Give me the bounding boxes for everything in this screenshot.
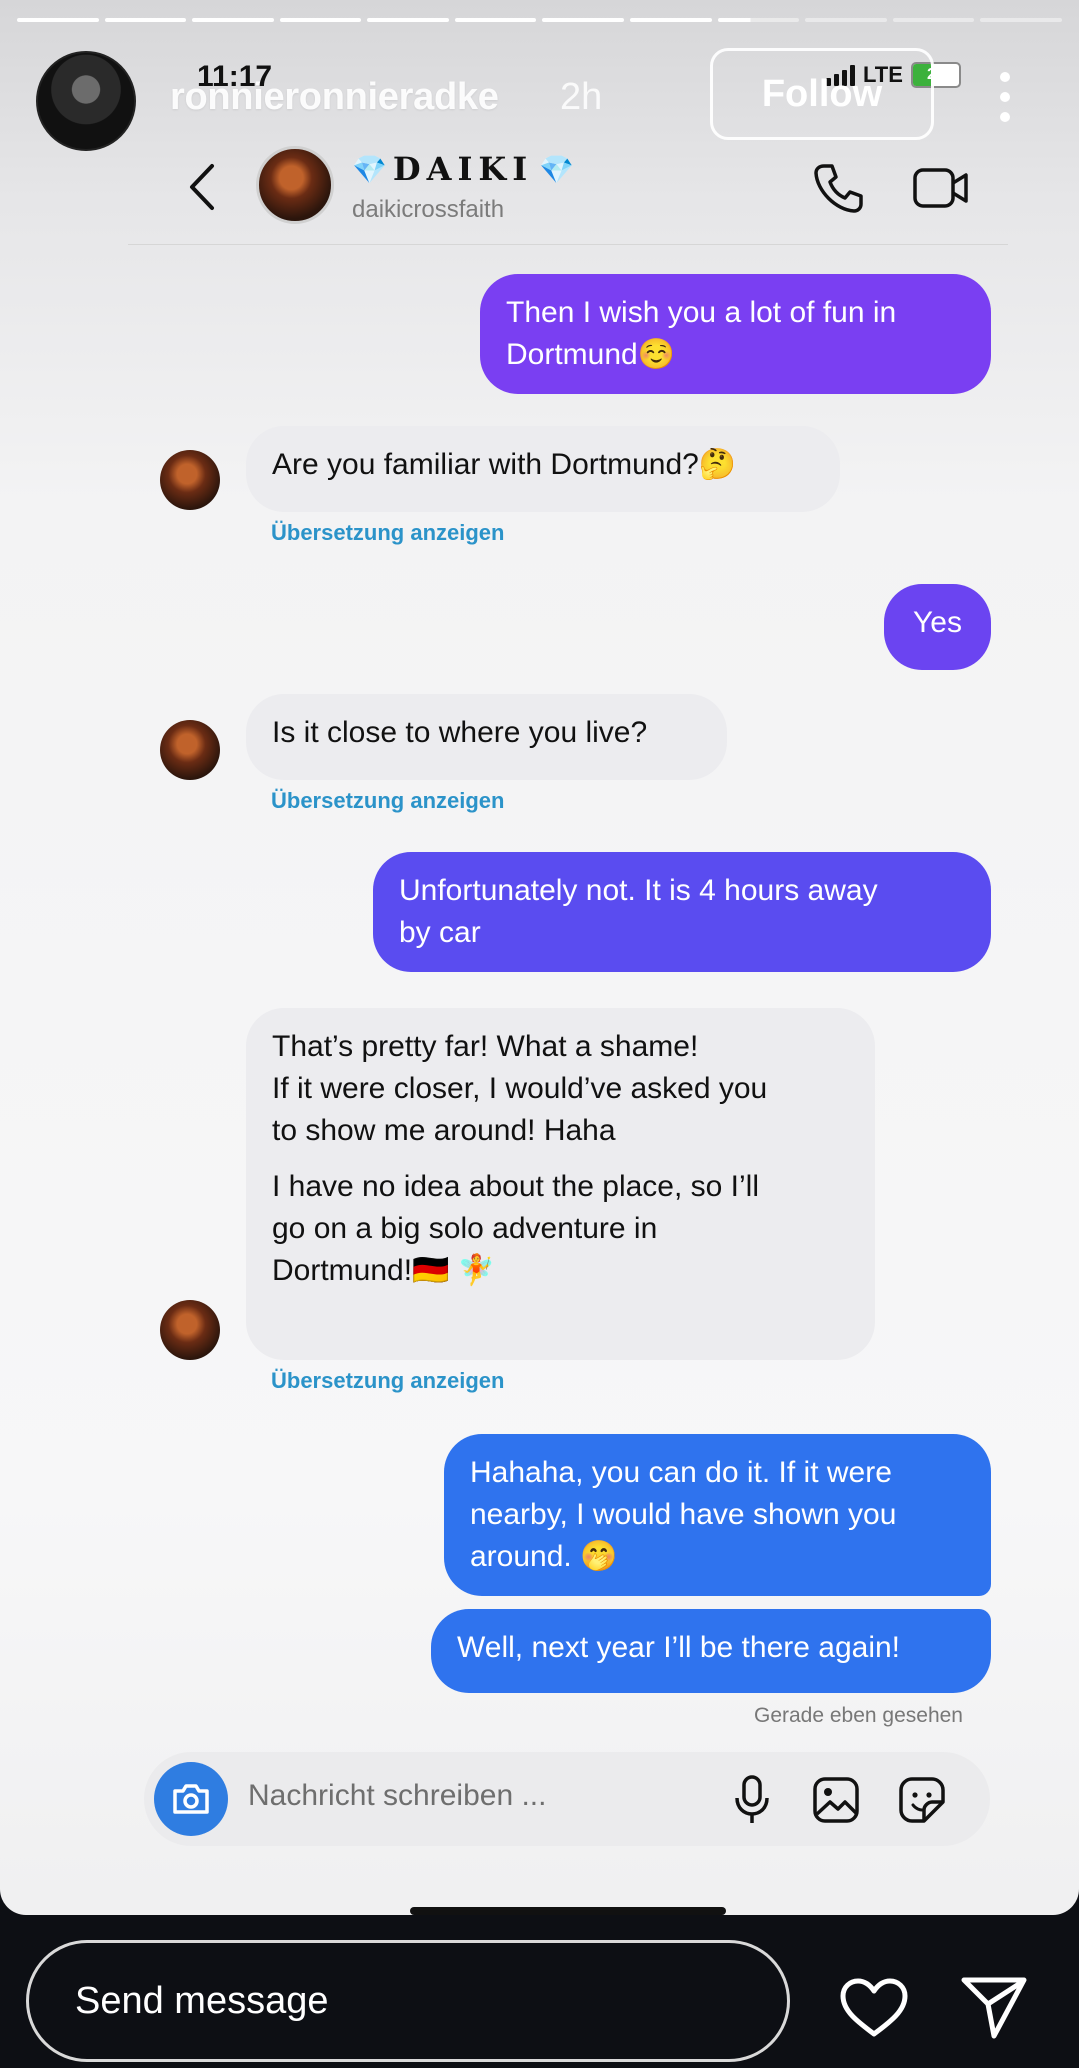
- mic-icon: [735, 1775, 769, 1823]
- message-line: around. 🤭: [470, 1540, 618, 1573]
- progress-segment: [192, 18, 274, 22]
- progress-segment: [892, 18, 975, 22]
- progress-segment: [279, 18, 362, 22]
- story-reply-input[interactable]: Send message: [26, 1940, 790, 2062]
- chat-contact-handle: daikicrossfaith: [352, 196, 505, 223]
- message-line: I have no idea about the place, so I’ll: [272, 1170, 760, 1203]
- progress-segment: [454, 18, 537, 22]
- home-indicator: [410, 1907, 726, 1915]
- message-input: Nachricht schreiben ...: [248, 1779, 547, 1812]
- message-incoming: Is it close to where you live?: [246, 694, 727, 780]
- progress-segment: [542, 18, 625, 22]
- send-icon[interactable]: [960, 1974, 1028, 2040]
- story-progress: [17, 18, 1062, 22]
- message-outgoing: Yes: [884, 584, 991, 670]
- sticker-icon: [899, 1777, 945, 1823]
- message-line: to show me around! Haha: [272, 1114, 616, 1147]
- camera-icon: [173, 1784, 209, 1814]
- message-line: If it were closer, I would’ve asked you: [272, 1072, 768, 1105]
- chat-contact-avatar: [256, 146, 334, 224]
- message-line: Are you familiar with Dortmund?🤔: [272, 448, 737, 481]
- message-line: Dortmund☺️: [506, 338, 676, 371]
- chat-contact-name: 💎 DAIKI 💎: [352, 150, 574, 188]
- gallery-icon: [813, 1777, 859, 1823]
- progress-segment: [980, 18, 1062, 22]
- message-line: by car: [399, 916, 481, 949]
- story-author-avatar[interactable]: [36, 51, 136, 151]
- message-line: Hahaha, you can do it. If it were: [470, 1456, 892, 1489]
- message-outgoing: Hahaha, you can do it. If it were nearby…: [444, 1434, 991, 1596]
- message-sender-avatar: [160, 720, 220, 780]
- header-divider: [128, 244, 1008, 245]
- message-line: Is it close to where you live?: [272, 716, 648, 749]
- more-icon[interactable]: [998, 72, 1012, 122]
- translate-link[interactable]: Übersetzung anzeigen: [271, 520, 504, 546]
- back-icon: [190, 164, 214, 210]
- message-sender-avatar: [160, 450, 220, 510]
- progress-segment-current: [717, 18, 800, 22]
- diamond-icon: 💎: [539, 152, 575, 186]
- battery-level: 28: [927, 66, 945, 83]
- video-icon: [913, 168, 968, 208]
- message-composer: Nachricht schreiben ...: [144, 1752, 990, 1846]
- message-outgoing: Then I wish you a lot of fun in Dortmund…: [480, 274, 991, 394]
- message-line: Unfortunately not. It is 4 hours away: [399, 874, 878, 907]
- status-bar-time: 11:17: [197, 60, 273, 93]
- message-line: That’s pretty far! What a shame!: [272, 1030, 699, 1063]
- message-line: nearby, I would have shown you: [470, 1498, 897, 1531]
- follow-button[interactable]: Follow: [710, 48, 934, 140]
- progress-segment: [17, 18, 99, 22]
- phone-icon: [814, 164, 863, 213]
- message-outgoing: Well, next year I’ll be there again!: [431, 1609, 991, 1693]
- message-line: Dortmund!🇩🇪 🧚: [272, 1254, 496, 1287]
- message-incoming: Are you familiar with Dortmund?🤔: [246, 426, 840, 512]
- message-incoming: That’s pretty far! What a shame! If it w…: [246, 1008, 875, 1360]
- message-line: Well, next year I’ll be there again!: [457, 1631, 901, 1664]
- heart-icon[interactable]: [838, 1976, 910, 2040]
- translate-link[interactable]: Übersetzung anzeigen: [271, 1368, 504, 1394]
- diamond-icon: 💎: [352, 152, 387, 186]
- translate-link[interactable]: Übersetzung anzeigen: [271, 788, 504, 814]
- message-line: go on a big solo adventure in: [272, 1212, 658, 1245]
- camera-button: [154, 1762, 228, 1836]
- message-line: Yes: [913, 606, 962, 639]
- message-line: Then I wish you a lot of fun in: [506, 296, 897, 329]
- seen-status: Gerade eben gesehen: [753, 1704, 963, 1727]
- message-line: [272, 1152, 849, 1166]
- progress-segment: [104, 18, 187, 22]
- progress-segment: [805, 18, 887, 22]
- story-frame: ronnieronnieradke 2h 11:17 LTE 28 Follow…: [0, 0, 1079, 1915]
- progress-segment: [630, 18, 712, 22]
- story-time-ago: 2h: [560, 76, 603, 118]
- message-outgoing: Unfortunately not. It is 4 hours away by…: [373, 852, 991, 972]
- chat-contact-display-name: DAIKI: [392, 150, 534, 188]
- message-sender-avatar: [160, 1300, 220, 1360]
- progress-segment: [367, 18, 449, 22]
